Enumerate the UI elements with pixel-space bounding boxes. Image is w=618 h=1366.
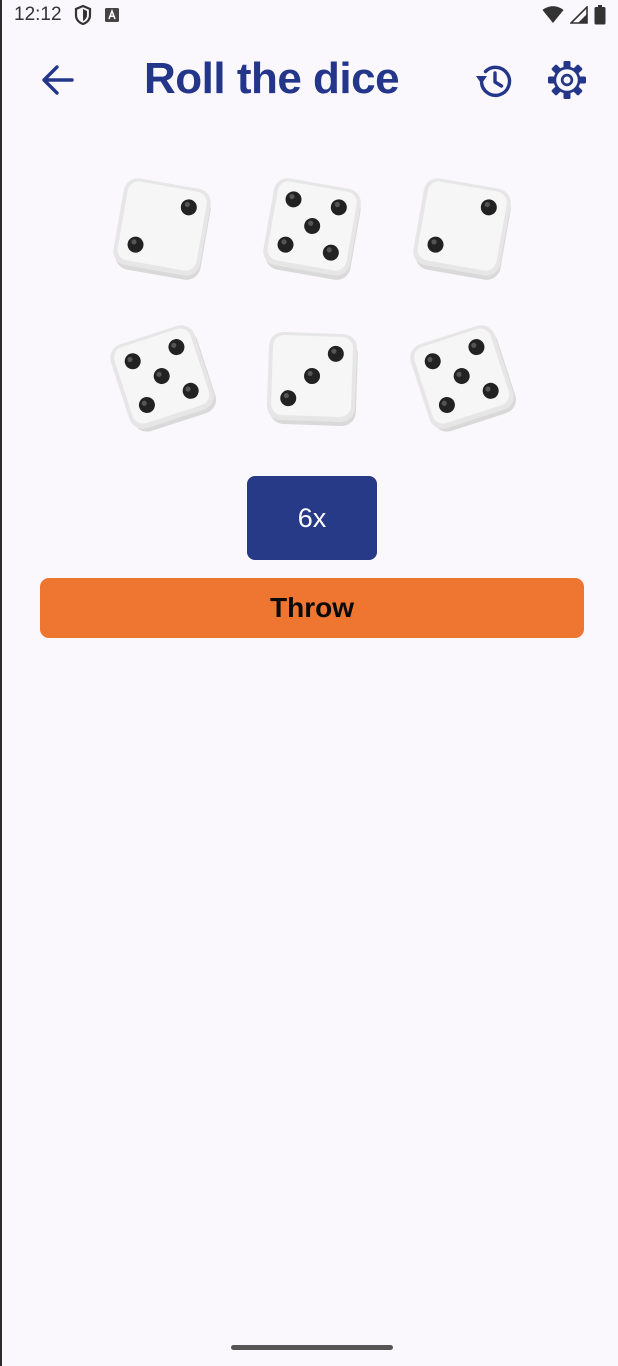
gear-icon (548, 61, 586, 99)
status-bar: 12:12 (2, 0, 618, 30)
app-bar: Roll the dice (2, 48, 618, 112)
battery-icon (594, 5, 606, 25)
settings-button[interactable] (545, 58, 589, 102)
shield-icon (74, 5, 92, 25)
die-face (410, 325, 516, 432)
die-face (266, 331, 358, 427)
die[interactable] (256, 171, 368, 283)
cell-signal-icon (570, 6, 588, 24)
die-face (113, 178, 211, 280)
page-title: Roll the dice (144, 54, 400, 103)
history-icon (476, 65, 512, 98)
die[interactable] (256, 321, 368, 433)
die-face (110, 325, 216, 432)
arrow-left-icon (42, 65, 74, 95)
navigation-handle[interactable] (231, 1345, 393, 1350)
throw-button[interactable]: Throw (40, 578, 584, 638)
history-button[interactable] (473, 60, 515, 102)
wifi-icon (542, 6, 564, 24)
status-time: 12:12 (14, 4, 62, 25)
dice-count-button[interactable]: 6x (247, 476, 377, 560)
dice-grid (2, 165, 618, 445)
keyboard-a-icon (104, 7, 120, 23)
die[interactable] (106, 171, 218, 283)
die[interactable] (106, 321, 218, 433)
die[interactable] (406, 171, 518, 283)
back-button[interactable] (38, 62, 78, 98)
die[interactable] (406, 321, 518, 433)
die-face (413, 178, 511, 280)
die-face (263, 178, 361, 280)
